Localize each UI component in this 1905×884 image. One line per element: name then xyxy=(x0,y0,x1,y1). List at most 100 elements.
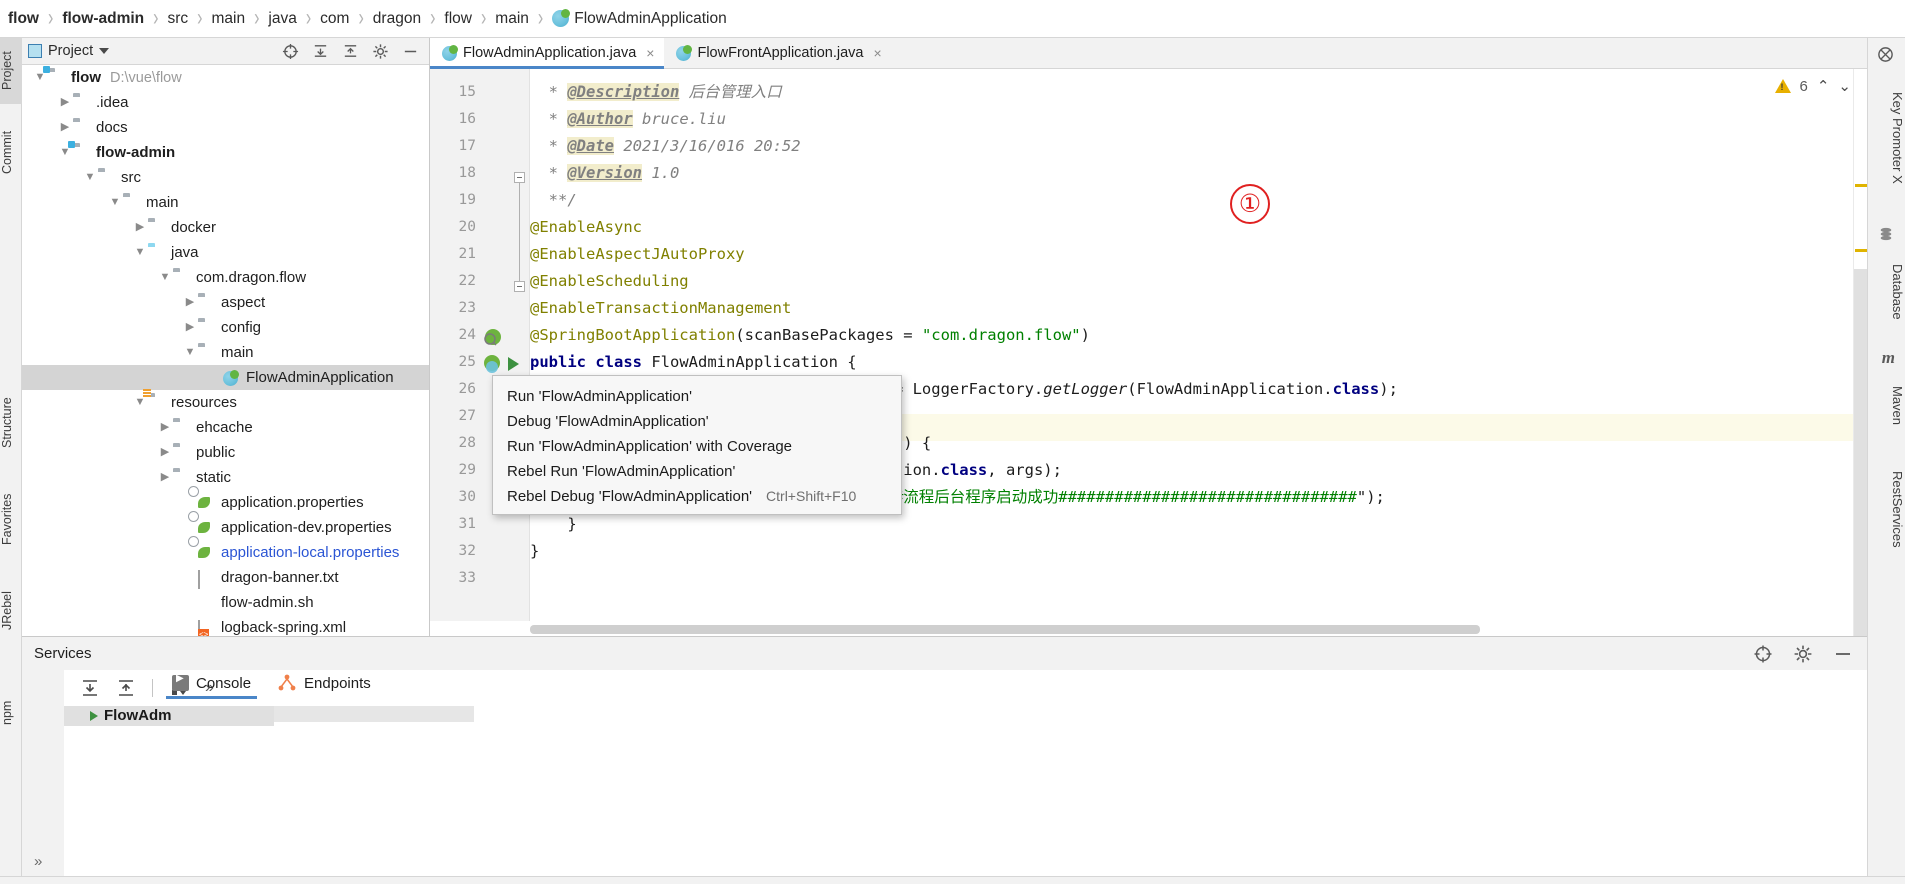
breadcrumb-item-dragon[interactable]: dragon xyxy=(371,10,423,28)
code-line[interactable]: * @Author bruce.liu xyxy=(530,106,726,133)
tab-flowadminapplication[interactable]: FlowAdminApplication.java × xyxy=(430,38,665,69)
sidebar-item-structure[interactable]: Structure xyxy=(0,383,22,463)
breadcrumb-item-flow-admin[interactable]: flow-admin xyxy=(60,10,146,28)
tree-item-ehcache[interactable]: ▶ ehcache xyxy=(22,415,429,440)
fold-marker-javadoc[interactable] xyxy=(514,172,525,183)
menu-item-run-with-coverage[interactable]: Run 'FlowAdminApplication' with Coverage xyxy=(493,434,901,459)
tree-item-flowadminapplication[interactable]: FlowAdminApplication xyxy=(22,365,429,390)
tree-item-logback-spring-xml[interactable]: logback-spring.xml xyxy=(22,615,429,636)
tree-item-static[interactable]: ▶ static xyxy=(22,465,429,490)
breadcrumb-item-file[interactable]: FlowAdminApplication xyxy=(550,9,729,28)
key-promoter-icon[interactable] xyxy=(1877,46,1894,63)
chevron-right-icon[interactable]: ▶ xyxy=(157,422,173,433)
chevron-right-icon[interactable]: ▶ xyxy=(157,447,173,458)
sidebar-item-favorites[interactable]: Favorites xyxy=(0,478,22,560)
markup-scroll-thumb[interactable] xyxy=(1854,269,1868,664)
sidebar-item-database[interactable]: Database xyxy=(1867,246,1905,338)
tree-item-aspect[interactable]: ▶ aspect xyxy=(22,290,429,315)
sidebar-item-commit[interactable]: Commit xyxy=(0,118,22,186)
next-problem-icon[interactable]: ⌄ xyxy=(1838,77,1851,95)
target-icon[interactable] xyxy=(1753,644,1773,664)
breadcrumb-item-com[interactable]: com xyxy=(318,10,351,28)
sidebar-item-project[interactable]: Project xyxy=(0,38,22,104)
tree-item-docker[interactable]: ▶ docker xyxy=(22,215,429,240)
sidebar-item-key-promoter-x[interactable]: Key Promoter X xyxy=(1867,68,1905,208)
menu-item-debug[interactable]: Debug 'FlowAdminApplication' xyxy=(493,409,901,434)
tree-item-java[interactable]: ▼ java xyxy=(22,240,429,265)
inspection-widget[interactable]: 6 ⌃ ⌄ xyxy=(1774,77,1851,95)
code-line[interactable]: public class FlowAdminApplication { xyxy=(530,349,857,376)
chevron-right-icon[interactable]: ▶ xyxy=(132,222,148,233)
close-icon[interactable]: × xyxy=(874,45,882,61)
tree-item-resources[interactable]: ▼ resources xyxy=(22,390,429,415)
tree-item-application-local-properties[interactable]: application-local.properties xyxy=(22,540,429,565)
tab-flowfrontapplication[interactable]: FlowFrontApplication.java × xyxy=(664,38,892,68)
chevron-down-icon[interactable]: ▼ xyxy=(32,72,48,83)
chevron-down-icon[interactable]: ▼ xyxy=(157,272,173,283)
gear-icon[interactable] xyxy=(372,43,389,60)
chevron-right-icon[interactable]: ▶ xyxy=(157,472,173,483)
warning-stripe[interactable] xyxy=(1855,184,1867,187)
code-line[interactable]: @EnableTransactionManagement xyxy=(530,295,791,322)
collapse-all-icon[interactable] xyxy=(116,678,136,698)
close-icon[interactable]: × xyxy=(646,45,654,61)
chevron-down-icon[interactable]: ▼ xyxy=(182,347,198,358)
chevron-down-icon[interactable]: ▼ xyxy=(132,247,148,258)
expand-all-icon[interactable] xyxy=(312,43,329,60)
tree-item-public[interactable]: ▶ public xyxy=(22,440,429,465)
code-line[interactable]: @EnableAspectJAutoProxy xyxy=(530,241,745,268)
menu-item-rebel-debug[interactable]: Rebel Debug 'FlowAdminApplication' Ctrl+… xyxy=(493,484,901,509)
tree-item-src[interactable]: ▼ src xyxy=(22,165,429,190)
chevron-down-icon[interactable]: ▼ xyxy=(57,147,73,158)
tree-item-main[interactable]: ▼ main xyxy=(22,190,429,215)
chevron-right-icon[interactable]: ▶ xyxy=(57,122,73,133)
code-line[interactable]: } xyxy=(530,538,539,565)
sidebar-item-restservices[interactable]: RestServices xyxy=(1867,454,1905,564)
maven-icon[interactable]: m xyxy=(1882,348,1895,368)
chevron-right-icon[interactable]: ▶ xyxy=(182,297,198,308)
code-line[interactable]: @EnableAsync xyxy=(530,214,642,241)
project-tree[interactable]: ▼ flow D:\vue\flow ▶ .idea ▶ docs ▼ flow-admin ▼ s… xyxy=(22,65,429,636)
tree-item-flow-admin[interactable]: ▼ flow-admin xyxy=(22,140,429,165)
chevron-right-icon[interactable]: ▶ xyxy=(57,97,73,108)
collapse-all-icon[interactable] xyxy=(342,43,359,60)
chevron-down-icon[interactable]: ▼ xyxy=(107,197,123,208)
tree-item-docs[interactable]: ▶ docs xyxy=(22,115,429,140)
gear-icon[interactable] xyxy=(1793,644,1813,664)
chevron-right-icon[interactable]: ▶ xyxy=(182,322,198,333)
code-text[interactable]: * @Description 后台管理入口 * @Author bruce.li… xyxy=(530,69,1867,621)
spring-bean-icon[interactable] xyxy=(482,327,504,349)
editor-horizontal-scrollbar[interactable] xyxy=(530,625,1480,634)
tree-item-application-dev-properties[interactable]: application-dev.properties xyxy=(22,515,429,540)
breadcrumb-item-flow-2[interactable]: flow xyxy=(442,10,474,28)
target-icon[interactable] xyxy=(282,43,299,60)
tree-item-flow-admin-sh[interactable]: flow-admin.sh xyxy=(22,590,429,615)
sidebar-item-npm[interactable]: npm xyxy=(0,688,22,738)
sidebar-item-jrebel[interactable]: JRebel xyxy=(0,578,22,644)
code-line[interactable]: **/ xyxy=(530,187,577,214)
tab-endpoints[interactable]: Endpoints xyxy=(277,674,371,699)
breadcrumb-item-src[interactable]: src xyxy=(165,10,190,28)
chevron-down-icon[interactable]: ▼ xyxy=(132,397,148,408)
breadcrumb-item-main-2[interactable]: main xyxy=(493,10,531,28)
menu-item-run[interactable]: Run 'FlowAdminApplication' xyxy=(493,384,901,409)
tree-item-main[interactable]: ▼ main xyxy=(22,340,429,365)
code-line[interactable]: @EnableScheduling xyxy=(530,268,689,295)
previous-problem-icon[interactable]: ⌃ xyxy=(1817,77,1830,95)
tree-item-flow[interactable]: ▼ flow D:\vue\flow xyxy=(22,65,429,90)
code-editor[interactable]: * @Description 后台管理入口 * @Author bruce.li… xyxy=(430,69,1867,636)
tree-item-dragon-banner-txt[interactable]: dragon-banner.txt xyxy=(22,565,429,590)
breadcrumb-item-main[interactable]: main xyxy=(209,10,247,28)
chevron-down-icon[interactable] xyxy=(99,48,110,54)
hide-panel-icon[interactable] xyxy=(1833,644,1853,664)
expand-all-icon[interactable] xyxy=(80,678,100,698)
expand-chevron-icon[interactable]: » xyxy=(34,853,42,870)
spring-boot-app-icon[interactable] xyxy=(482,354,504,376)
editor-markup-bar[interactable] xyxy=(1853,69,1868,664)
hide-panel-icon[interactable] xyxy=(402,43,419,60)
tree-item-config[interactable]: ▶ config xyxy=(22,315,429,340)
run-gutter-icon[interactable] xyxy=(508,357,519,371)
code-line[interactable]: * @Description 后台管理入口 xyxy=(530,79,782,106)
fold-marker-annotations[interactable] xyxy=(514,281,525,292)
tree-item--idea[interactable]: ▶ .idea xyxy=(22,90,429,115)
